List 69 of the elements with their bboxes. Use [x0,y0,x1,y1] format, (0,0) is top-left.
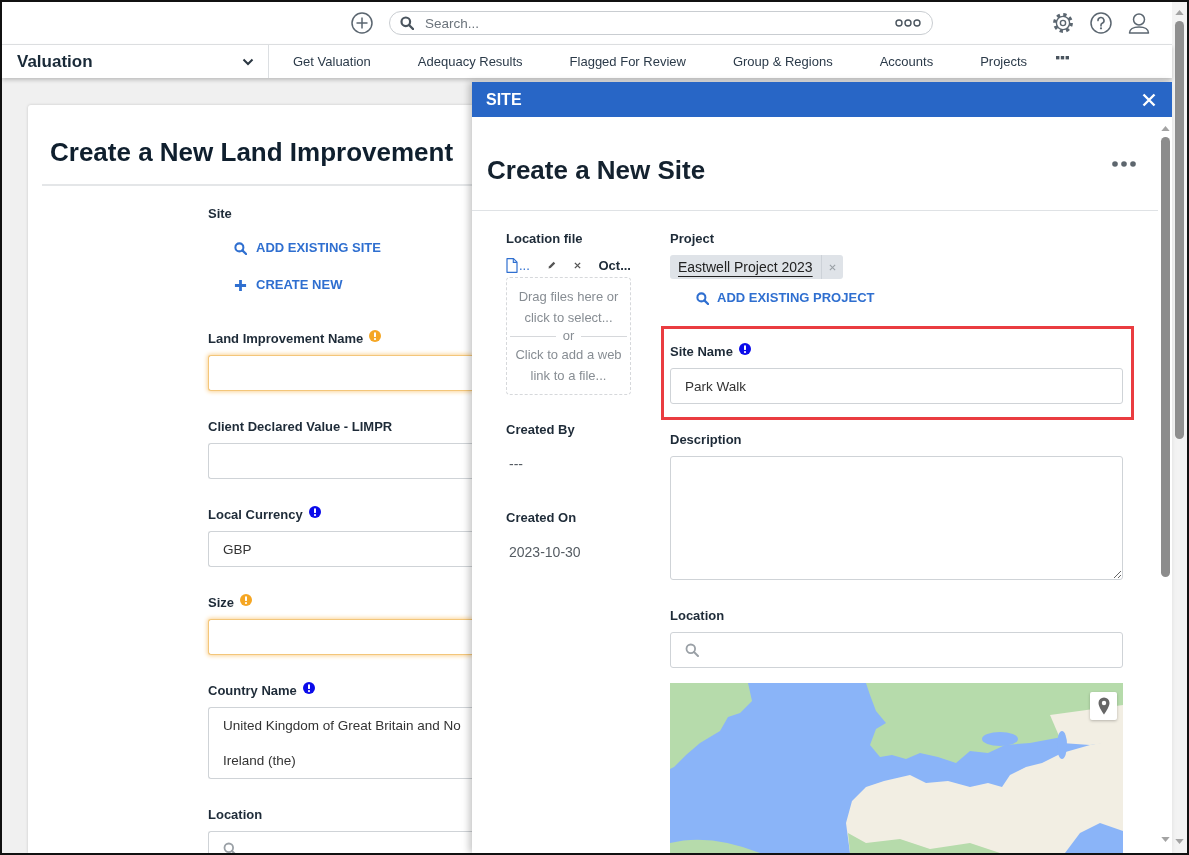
field-label: Description [670,431,742,449]
scrollbar-thumb[interactable] [1175,21,1184,439]
file-drop-zone[interactable]: Drag files here or click to select... or Click to add a web link to a file... [506,277,631,395]
pin-button[interactable] [1090,692,1117,720]
help-icon[interactable] [1090,12,1112,34]
field-label: Country Name [208,682,297,701]
settings-icon[interactable] [1052,12,1074,34]
nav-tab[interactable]: Get Valuation [293,45,371,78]
file-date: Oct... [598,257,631,273]
create-new-link[interactable]: CREATE NEW [234,275,343,296]
field-label: Size [208,594,234,613]
search-icon [223,842,237,853]
plus-icon [234,278,247,292]
page-title: Create a New Land Improvement [50,136,454,168]
field-label: Created By [506,421,575,439]
search-field[interactable] [670,632,1123,668]
field-label: Client Declared Value - LIMPR [208,418,393,437]
field-label: Site [208,205,232,223]
file-icon [506,257,518,273]
field-label: Local Currency [208,506,303,525]
nav-tab[interactable]: Accounts [879,45,934,78]
add-existing-link[interactable]: ADD EXISTING SITE [234,238,381,259]
x-mark-icon[interactable] [573,261,581,269]
field-label: Created On [506,509,577,527]
dialog-heading: Create a New Site [487,153,706,186]
module-dropdown[interactable]: Valuation [17,45,269,78]
input-field[interactable] [208,355,472,392]
search-icon [234,241,247,255]
search-icon [400,16,414,30]
text-area[interactable]: United Kingdom of Great Britain and No Ireland (the) [208,707,472,780]
field-label: Location [670,607,725,625]
input-field[interactable] [208,443,472,480]
field-value: --- [508,455,523,474]
nav-tab[interactable]: Projects [980,45,1028,78]
more-icon[interactable] [1056,55,1070,60]
file-name-link[interactable]: ... [519,258,530,273]
field-label: Project [670,230,715,248]
user-icon[interactable] [1128,12,1150,34]
field-label: Location [208,806,263,825]
search-field[interactable]: Search... [389,11,933,35]
scroll-up-icon[interactable] [1175,10,1184,15]
field-value: 2023-10-30 [508,543,581,562]
scrollbar-thumb[interactable] [1160,137,1170,577]
nav-tab[interactable]: Adequacy Results [417,45,523,78]
nav-tab[interactable]: Flagged For Review [569,45,686,78]
more-icon[interactable] [1112,160,1136,167]
add-icon[interactable] [351,12,373,34]
search-icon [685,643,699,657]
field-label: Location file [506,230,583,248]
dialog-title: SITE [486,90,522,109]
field-label: Land Improvement Name [208,330,364,349]
map-pin-icon [1097,697,1110,715]
search-icon [696,291,709,305]
scroll-up-icon[interactable] [1160,126,1170,131]
more-icon[interactable] [895,19,921,27]
field-label: Site Name [670,343,733,361]
input-field[interactable]: GBP [208,531,472,568]
input-field[interactable] [208,619,472,656]
pencil-icon[interactable] [547,261,556,269]
separator-text: or [562,328,575,344]
text-area[interactable] [670,456,1123,580]
nav-tab[interactable]: Group & Regions [732,45,833,78]
chevron-down-icon [242,57,254,66]
close-icon [1142,92,1156,107]
add-link-instructions[interactable]: Click to add a web link to a file... [510,344,627,386]
add-existing-link[interactable]: ADD EXISTING PROJECT [696,288,875,308]
input-field[interactable]: Park Walk [670,368,1123,404]
tag-label[interactable]: Eastwell Project 2023 [670,255,821,279]
drop-instructions[interactable]: Drag files here or click to select... [510,286,627,328]
